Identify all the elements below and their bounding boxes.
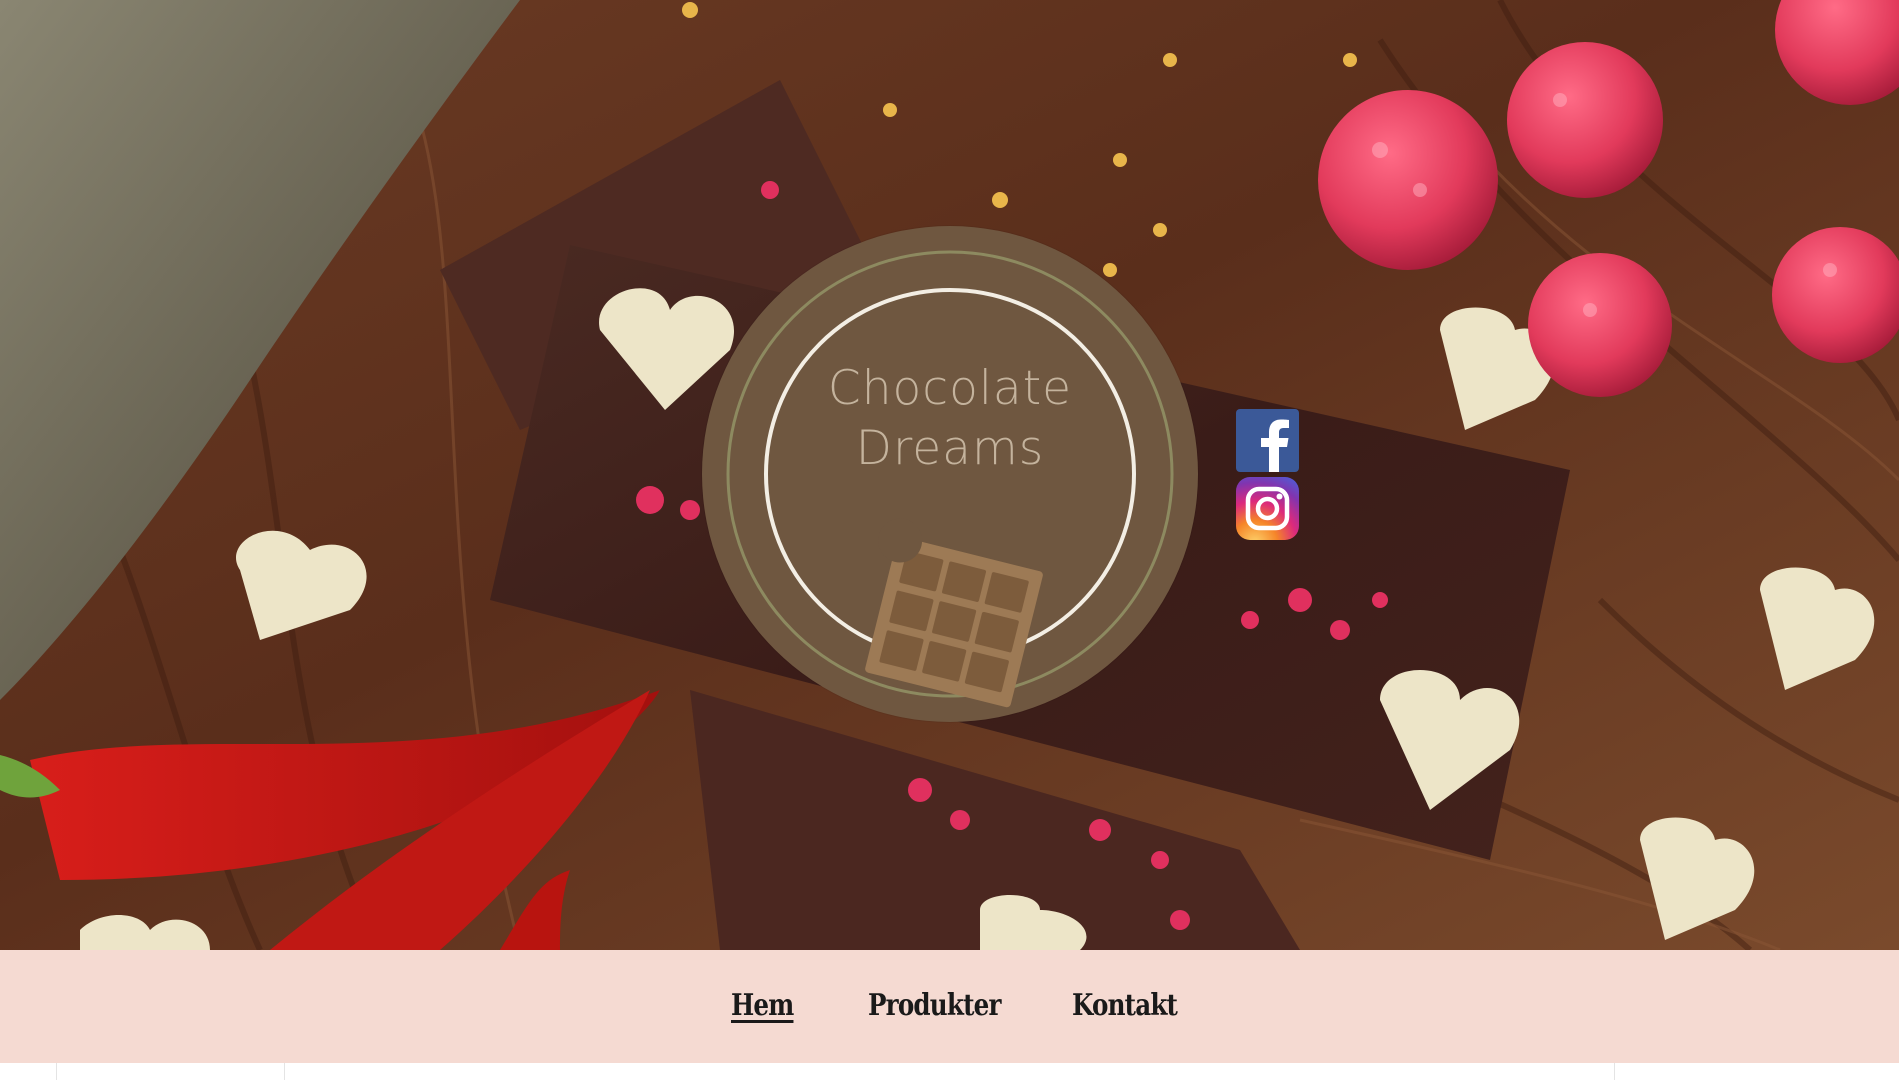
logo-title-line2: Dreams <box>855 421 1045 476</box>
page: Chocolate Dreams Hem Produkter Kontakt <box>0 0 1899 1080</box>
instagram-icon <box>1236 477 1299 540</box>
instagram-link[interactable] <box>1236 477 1299 540</box>
chocolate-bar-icon <box>865 518 1043 708</box>
column-divider <box>1614 1063 1615 1080</box>
nav-item-hem[interactable]: Hem <box>731 988 794 1023</box>
logo-title-line1: Chocolate <box>827 361 1073 416</box>
column-divider <box>56 1063 57 1080</box>
nav-item-produkter[interactable]: Produkter <box>868 988 1001 1023</box>
column-divider <box>284 1063 285 1080</box>
facebook-icon <box>1236 409 1299 472</box>
hero-banner: Chocolate Dreams <box>0 0 1899 950</box>
facebook-link[interactable] <box>1236 409 1299 472</box>
nav-item-kontakt[interactable]: Kontakt <box>1072 988 1178 1023</box>
brand-logo[interactable]: Chocolate Dreams <box>702 226 1198 722</box>
